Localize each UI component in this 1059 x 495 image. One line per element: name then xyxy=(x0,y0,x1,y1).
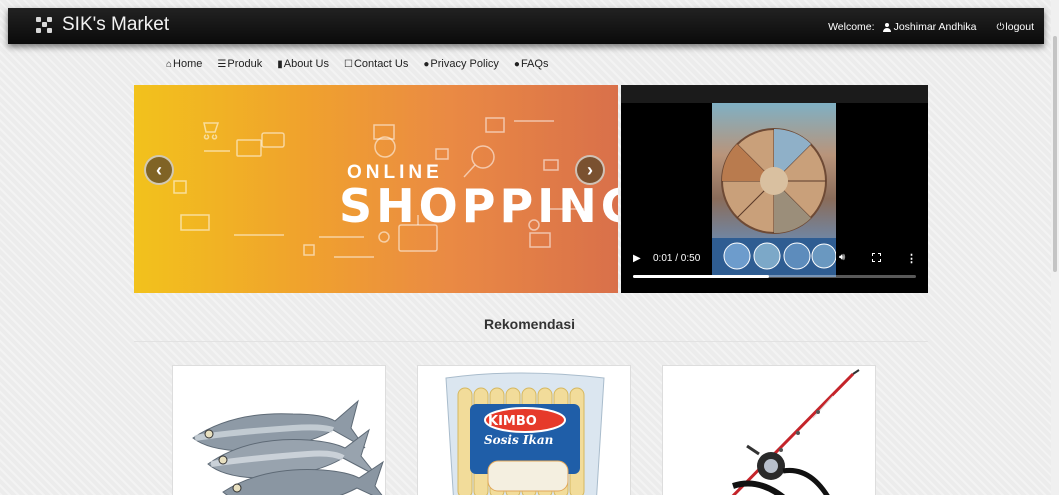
user-icon xyxy=(882,22,891,32)
menu-item-label: FAQs xyxy=(520,58,549,70)
brand-name: SIK's Market xyxy=(62,14,170,35)
kimbo-product-label: Sosis Ikan xyxy=(484,433,554,447)
fishing-rod-product-image xyxy=(731,369,860,495)
user-area: Welcome: Joshimar Andhika ⏻ logout xyxy=(828,21,1034,33)
main-menu: ⌂ Home ☰ Produk ▮ About Us ☐ Contact Us … xyxy=(166,58,563,70)
logout-label: logout xyxy=(1005,21,1034,33)
banner-carousel[interactable]: ONLINE SHOPPING ‹ › xyxy=(134,85,618,293)
top-navbar: SIK's Market Welcome: Joshimar Andhika ⏻… xyxy=(8,8,1044,44)
menu-item-contact-us[interactable]: ☐ Contact Us xyxy=(344,58,408,70)
volume-icon[interactable]: 🔊︎ xyxy=(839,252,845,263)
menu-item-privacy-policy[interactable]: ● Privacy Policy xyxy=(423,58,499,70)
contact-icon: ☐ xyxy=(343,58,353,70)
video-controls: ▶ 0:01 / 0:50 🔊︎ ⋮ xyxy=(633,251,917,281)
menu-item-faqs[interactable]: ● FAQs xyxy=(514,58,549,70)
menu-item-label: Contact Us xyxy=(353,58,409,70)
carousel-prev-button[interactable]: ‹ xyxy=(144,155,174,185)
menu-item-label: Home xyxy=(173,58,203,70)
brand-logo-icon xyxy=(36,17,52,33)
video-progress-fill xyxy=(633,275,769,278)
play-icon[interactable]: ▶ xyxy=(633,253,641,264)
video-player[interactable]: ▶ 0:01 / 0:50 🔊︎ ⋮ xyxy=(621,85,928,293)
menu-item-produk[interactable]: ☰ Produk xyxy=(217,58,262,70)
info-icon: ● xyxy=(423,58,430,70)
fish-product-image xyxy=(192,399,384,495)
product-card-fishing-rod[interactable] xyxy=(662,365,876,495)
question-icon: ● xyxy=(513,58,520,70)
page-scrollbar[interactable] xyxy=(1051,0,1059,495)
welcome-label: Welcome: xyxy=(828,21,875,33)
menu-item-about-us[interactable]: ▮ About Us xyxy=(277,58,329,70)
scrollbar-thumb[interactable] xyxy=(1053,36,1057,272)
video-progress-bar[interactable] xyxy=(633,275,916,278)
section-divider xyxy=(134,341,928,342)
fullscreen-icon[interactable] xyxy=(872,253,881,262)
power-icon: ⏻ xyxy=(996,21,1005,33)
brand[interactable]: SIK's Market xyxy=(36,14,169,36)
kimbo-brand-label: KIMBO xyxy=(488,414,537,429)
menu-item-label: About Us xyxy=(283,58,329,70)
menu-item-label: Produk xyxy=(227,58,263,70)
product-card-fish[interactable] xyxy=(172,365,386,495)
home-icon: ⌂ xyxy=(166,58,173,70)
product-card-sosis-ikan[interactable]: KIMBO Sosis Ikan xyxy=(417,365,631,495)
video-time: 0:01 / 0:50 xyxy=(653,253,701,264)
section-title-rekomendasi: Rekomendasi xyxy=(483,316,576,332)
sausage-product-image xyxy=(445,372,605,495)
carousel-next-button[interactable]: › xyxy=(575,155,605,185)
menu-item-label: Privacy Policy xyxy=(430,58,499,70)
banner-heading-shopping: SHOPPING xyxy=(339,179,618,233)
logout-link[interactable]: ⏻ logout xyxy=(996,21,1034,33)
menu-item-home[interactable]: ⌂ Home xyxy=(166,58,202,70)
user-name[interactable]: Joshimar Andhika xyxy=(894,21,977,33)
bookmark-icon: ▮ xyxy=(277,58,283,70)
list-icon: ☰ xyxy=(217,58,227,70)
more-options-icon[interactable]: ⋮ xyxy=(906,252,917,265)
